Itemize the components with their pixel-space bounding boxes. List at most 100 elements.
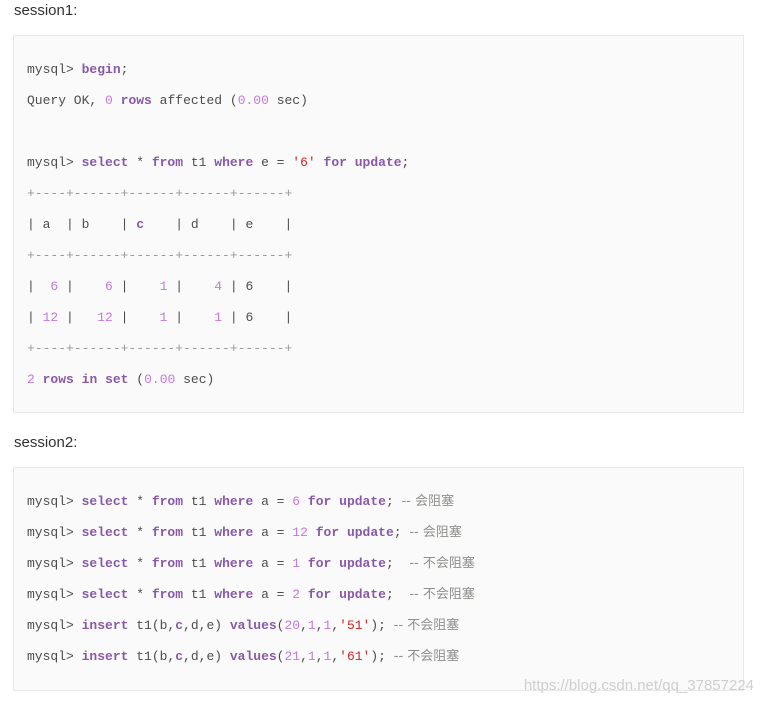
code-token: |	[58, 310, 98, 325]
code-token: insert	[81, 618, 129, 633]
code-token: t1	[183, 494, 215, 509]
code-token: update	[354, 155, 402, 170]
code-token: 6	[105, 279, 113, 294]
code-token: t1(b,	[128, 649, 176, 664]
code-token: select	[81, 525, 129, 540]
code-token: +----+------+------+------+------+	[27, 341, 293, 356]
code-token: where	[214, 556, 254, 571]
code-token: select	[81, 556, 129, 571]
code-token: -- 不会阻塞	[393, 618, 460, 633]
code-line: mysql> insert t1(b,c,d,e) values(20,1,1,…	[27, 618, 459, 634]
code-token: );	[370, 649, 394, 664]
code-token: values	[229, 649, 277, 664]
code-token: 0	[105, 93, 113, 108]
code-token: Query OK,	[27, 93, 106, 108]
code-token: ;	[385, 587, 410, 602]
code-token: for	[315, 525, 340, 540]
code-token: ,	[300, 649, 308, 664]
code-token: for	[307, 587, 332, 602]
code-token: |	[58, 279, 106, 294]
code-token: ;	[393, 525, 410, 540]
code-token: -- 不会阻塞	[393, 649, 460, 664]
code-token: 12	[292, 525, 308, 540]
code-line: | 6 | 6 | 1 | 4 | 6 |	[27, 279, 292, 295]
code-token: |	[112, 310, 160, 325]
code-token: affected (	[151, 93, 238, 108]
code-token: set	[105, 372, 129, 387]
code-token: select	[81, 494, 129, 509]
code-token: | 6 |	[222, 310, 293, 325]
code-token: c	[136, 217, 145, 232]
code-token: c	[175, 618, 184, 633]
code-line: | a | b | c | d | e |	[27, 217, 292, 233]
code-token: rows	[42, 372, 74, 387]
code-token: update	[339, 556, 386, 571]
code-token: );	[370, 618, 394, 633]
code-token: ,	[300, 618, 308, 633]
code-token: mysql>	[27, 155, 82, 170]
code-token: 4	[214, 279, 223, 294]
code-token: t1	[183, 587, 215, 602]
session1-code-block: mysql> begin; Query OK, 0 rows affected (…	[13, 35, 744, 413]
code-line: mysql> select * from t1 where a = 1 for …	[27, 556, 475, 572]
code-token: sec)	[268, 93, 308, 108]
code-token: t1	[183, 155, 215, 170]
code-token: 6	[292, 494, 301, 509]
code-token: *	[128, 556, 152, 571]
code-token: | d | e |	[144, 217, 293, 232]
code-token: ;	[401, 155, 410, 170]
code-token: +----+------+------+------+------+	[27, 248, 293, 263]
code-token: 0.00	[144, 372, 176, 387]
code-token: -- 会阻塞	[409, 525, 462, 540]
code-token: rows	[120, 93, 152, 108]
code-token: t1	[183, 556, 215, 571]
code-token: values	[229, 618, 277, 633]
code-token: sec)	[175, 372, 215, 387]
code-token: -- 会阻塞	[401, 494, 455, 509]
code-token: ,	[315, 649, 324, 664]
code-token: mysql>	[27, 587, 82, 602]
code-line: | 12 | 12 | 1 | 1 | 6 |	[27, 310, 292, 326]
code-token: mysql>	[27, 618, 82, 633]
code-token: update	[346, 525, 394, 540]
code-token: update	[339, 494, 386, 509]
code-token: where	[214, 494, 254, 509]
code-token: +----+------+------+------+------+	[27, 186, 293, 201]
code-token: 1	[307, 618, 316, 633]
code-token: | 6 |	[222, 279, 293, 294]
code-token: ;	[385, 494, 402, 509]
code-token: *	[128, 525, 152, 540]
code-token: *	[128, 587, 152, 602]
code-token: ,	[315, 618, 324, 633]
code-token: c	[175, 649, 184, 664]
code-line: mysql> select * from t1 where e = '6' fo…	[27, 155, 409, 171]
code-token: ;	[385, 556, 410, 571]
code-token: 1	[214, 310, 223, 325]
code-token: 1	[307, 649, 316, 664]
code-line: Query OK, 0 rows affected (0.00 sec)	[27, 93, 308, 109]
code-token: mysql>	[27, 62, 82, 77]
code-line: mysql> select * from t1 where a = 6 for …	[27, 494, 454, 510]
session2-code-block: mysql> select * from t1 where a = 6 for …	[13, 467, 744, 691]
code-token: from	[151, 525, 184, 540]
code-token: begin	[81, 62, 121, 77]
code-token: mysql>	[27, 556, 82, 571]
code-line: mysql> insert t1(b,c,d,e) values(21,1,1,…	[27, 649, 459, 665]
code-line: +----+------+------+------+------+	[27, 248, 292, 264]
code-token: t1	[183, 525, 215, 540]
code-token: 2	[292, 587, 301, 602]
code-token: select	[81, 587, 129, 602]
code-token: a =	[253, 525, 293, 540]
watermark: https://blog.csdn.net/qq_37857224	[523, 677, 754, 694]
code-token: |	[27, 279, 51, 294]
code-token: a =	[253, 494, 293, 509]
